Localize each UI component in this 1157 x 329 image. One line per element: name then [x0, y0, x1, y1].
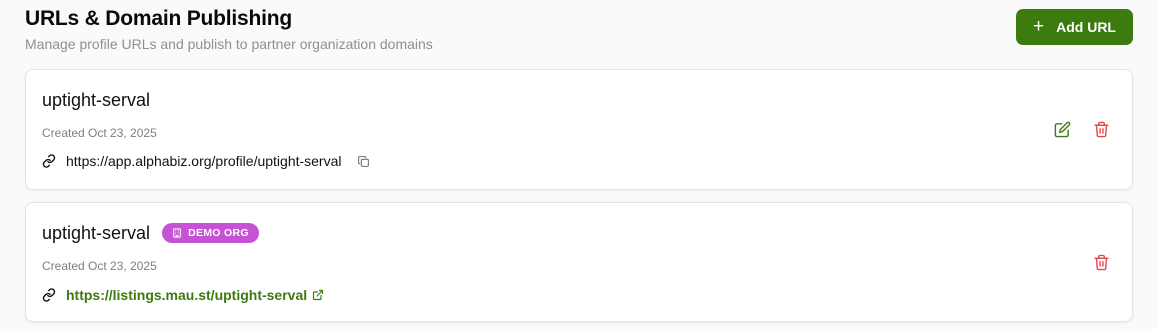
- add-url-label: Add URL: [1056, 19, 1116, 35]
- plus-icon: +: [1033, 15, 1045, 37]
- card-header: uptight-serval DEMO ORG: [42, 222, 259, 244]
- card-actions: [1054, 121, 1110, 138]
- trash-icon[interactable]: [1093, 121, 1110, 138]
- created-date: Created Oct 23, 2025: [42, 126, 157, 140]
- add-url-button[interactable]: + Add URL: [1016, 9, 1133, 45]
- card-actions: [1093, 254, 1110, 271]
- url-card: uptight-serval DEMO ORG Created Oct 23, …: [25, 202, 1133, 322]
- published-url-link[interactable]: https://listings.mau.st/uptight-serval: [66, 287, 307, 303]
- url-name: uptight-serval: [42, 223, 151, 243]
- url-row: https://listings.mau.st/uptight-serval: [42, 287, 324, 303]
- copy-icon[interactable]: [357, 155, 370, 168]
- created-date: Created Oct 23, 2025: [42, 259, 157, 273]
- link-icon: [42, 288, 56, 302]
- card-header: uptight-serval: [42, 89, 150, 111]
- edit-icon[interactable]: [1054, 121, 1071, 138]
- page-header: URLs & Domain Publishing Manage profile …: [25, 6, 433, 53]
- link-icon: [42, 154, 56, 168]
- url-card: uptight-serval Created Oct 23, 2025 http…: [25, 69, 1133, 190]
- trash-icon[interactable]: [1093, 254, 1110, 271]
- badge-label: DEMO ORG: [188, 227, 249, 239]
- page-subtitle: Manage profile URLs and publish to partn…: [25, 36, 433, 52]
- org-badge: DEMO ORG: [162, 223, 259, 243]
- url-name: uptight-serval: [42, 90, 151, 110]
- page-title: URLs & Domain Publishing: [25, 7, 293, 30]
- url-row: https://app.alphabiz.org/profile/uptight…: [42, 153, 370, 169]
- profile-url: https://app.alphabiz.org/profile/uptight…: [66, 153, 342, 169]
- building-icon: [173, 228, 181, 238]
- external-link-icon[interactable]: [312, 289, 324, 301]
